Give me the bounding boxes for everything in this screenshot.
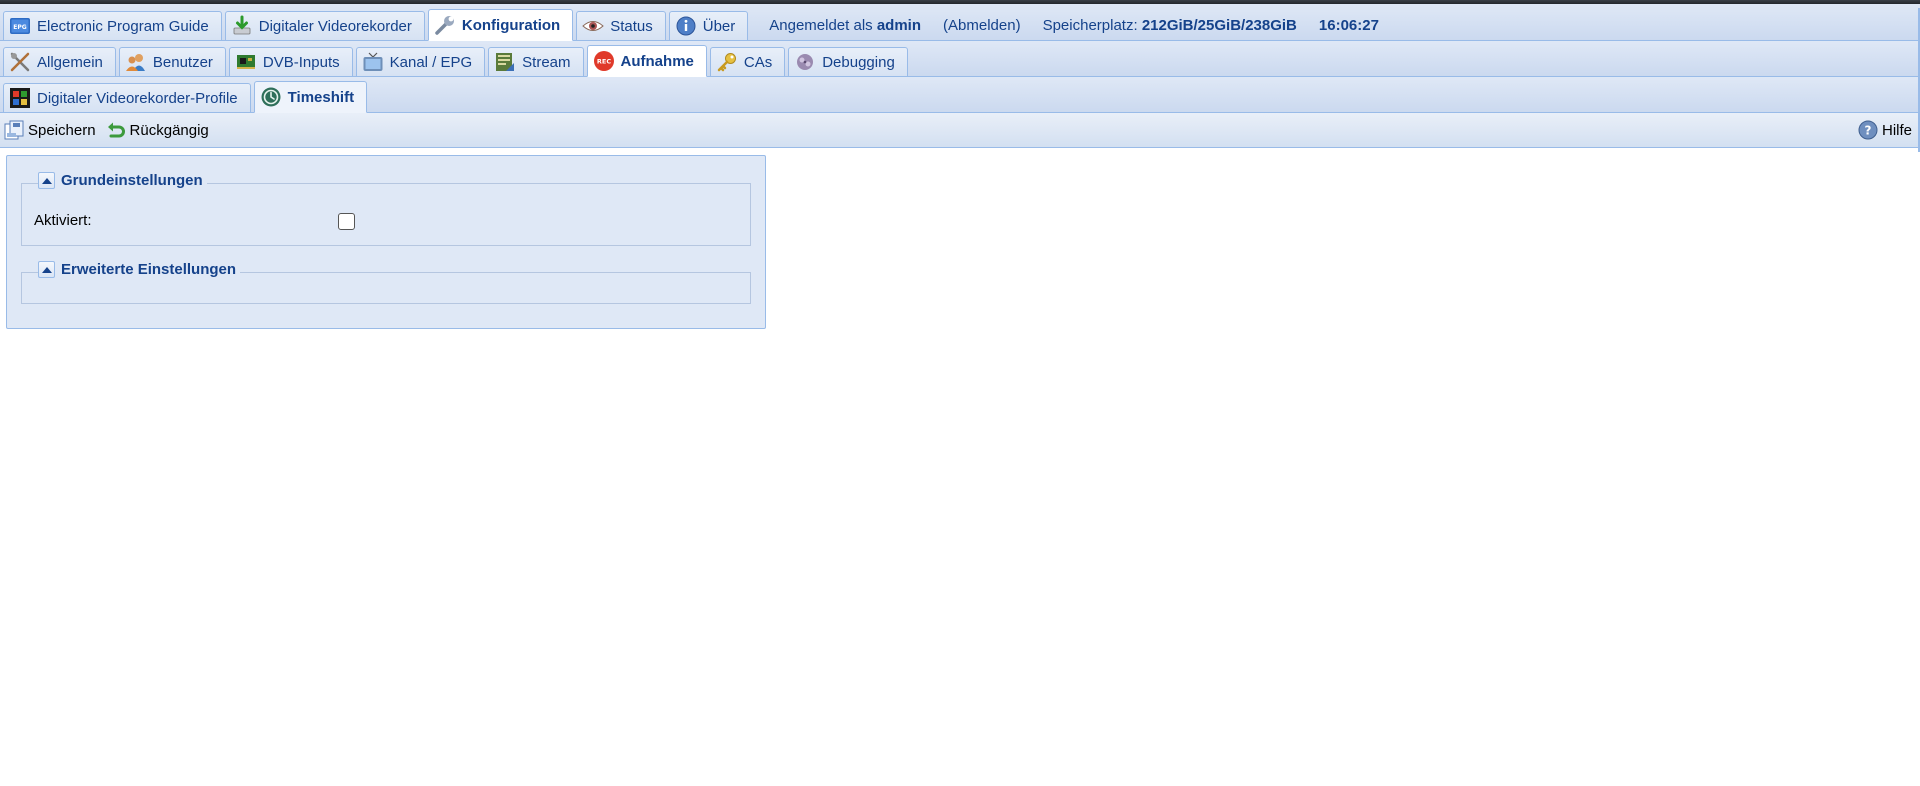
timeshift-icon — [260, 86, 282, 108]
advanced-settings-legend: Erweiterte Einstellungen — [38, 261, 241, 278]
tab-dvr-profiles-label: Digitaler Videorekorder-Profile — [37, 89, 238, 107]
save-label: Speichern — [28, 121, 96, 139]
tab-dvr[interactable]: Digitaler Videorekorder — [224, 11, 425, 41]
storage-prefix: Speicherplatz: — [1042, 16, 1138, 34]
tab-debugging-label: Debugging — [822, 53, 895, 71]
storage-value: 212GiB/25GiB/238GiB — [1141, 16, 1297, 34]
rec-icon: REC — [593, 50, 615, 72]
save-button[interactable]: Speichern — [4, 120, 96, 140]
recording-tab-bar: Digitaler Videorekorder-Profile Timeshif… — [0, 77, 1920, 113]
tab-epg[interactable]: EPG Electronic Program Guide — [3, 11, 222, 41]
card-icon — [235, 51, 257, 73]
basic-settings-fieldset: Grundeinstellungen Aktiviert: — [21, 172, 751, 246]
session-status: Angemeldet als admin (Abmelden) Speicher… — [769, 10, 1379, 40]
tab-status[interactable]: Status — [576, 11, 666, 41]
tab-users-label: Benutzer — [152, 53, 213, 71]
clock: 16:06:27 — [1318, 16, 1379, 34]
key-icon — [716, 51, 738, 73]
help-label: Hilfe — [1881, 121, 1912, 139]
username: admin — [876, 16, 922, 34]
basic-settings-title: Grundeinstellungen — [61, 172, 203, 189]
enabled-label: Aktiviert: — [34, 212, 92, 229]
tab-about-label: Über — [702, 17, 736, 35]
config-tab-bar: Allgemein Benutzer DVB-Inputs Kanal / EP… — [0, 41, 1920, 77]
help-icon: ? — [1858, 120, 1878, 140]
action-toolbar: Speichern Rückgängig ? Hilfe — [0, 113, 1920, 148]
undo-button[interactable]: Rückgängig — [106, 120, 209, 140]
tab-stream[interactable]: Stream — [488, 47, 584, 77]
logout-link[interactable]: (Abmelden) — [943, 17, 1021, 34]
advanced-settings-collapse-button[interactable] — [38, 261, 55, 278]
tab-cas-label: CAs — [743, 53, 773, 71]
epg-icon: EPG — [9, 15, 31, 37]
tab-about[interactable]: Über — [668, 11, 749, 41]
stream-icon — [494, 51, 516, 73]
tv-icon — [362, 51, 384, 73]
bug-icon — [794, 51, 816, 73]
users-icon — [125, 51, 147, 73]
tab-general[interactable]: Allgemein — [3, 47, 116, 77]
tab-configuration-label: Konfiguration — [461, 16, 561, 34]
logged-in-prefix: Angemeldet als — [769, 16, 873, 34]
tab-dvb-inputs-label: DVB-Inputs — [262, 53, 340, 71]
undo-label: Rückgängig — [129, 121, 209, 139]
advanced-settings-fieldset: Erweiterte Einstellungen — [21, 261, 751, 304]
tab-channel-epg[interactable]: Kanal / EPG — [355, 47, 486, 77]
tab-channel-epg-label: Kanal / EPG — [389, 53, 473, 71]
main-tab-bar: EPG Electronic Program Guide Digitaler V… — [0, 4, 1920, 152]
timeshift-settings-panel: Grundeinstellungen Aktiviert: Erweiterte… — [6, 155, 766, 329]
tab-timeshift-label: Timeshift — [287, 88, 355, 106]
tools-icon — [9, 51, 31, 73]
svg-text:EPG: EPG — [13, 24, 26, 31]
tab-recording[interactable]: REC Aufnahme — [586, 45, 707, 77]
tab-timeshift[interactable]: Timeshift — [253, 81, 368, 113]
basic-settings-legend: Grundeinstellungen — [38, 172, 207, 189]
save-icon — [4, 120, 24, 140]
wrench-icon — [434, 14, 456, 36]
tab-users[interactable]: Benutzer — [118, 47, 226, 77]
tab-general-label: Allgemein — [37, 53, 103, 71]
tab-stream-label: Stream — [522, 53, 571, 71]
tab-configuration[interactable]: Konfiguration — [427, 9, 574, 41]
tab-dvb-inputs[interactable]: DVB-Inputs — [228, 47, 353, 77]
enabled-checkbox[interactable] — [338, 213, 355, 230]
tab-dvr-label: Digitaler Videorekorder — [258, 17, 412, 35]
tab-recording-label: Aufnahme — [620, 52, 694, 70]
eye-icon — [582, 15, 604, 37]
svg-text:REC: REC — [596, 58, 610, 66]
tab-dvr-profiles[interactable]: Digitaler Videorekorder-Profile — [3, 83, 251, 113]
undo-icon — [106, 120, 126, 140]
help-button[interactable]: ? Hilfe — [1858, 120, 1912, 140]
basic-settings-collapse-button[interactable] — [38, 172, 55, 189]
tab-status-label: Status — [610, 17, 653, 35]
tab-epg-label: Electronic Program Guide — [37, 17, 209, 35]
advanced-settings-title: Erweiterte Einstellungen — [61, 261, 237, 278]
tab-debugging[interactable]: Debugging — [788, 47, 908, 77]
download-icon — [231, 15, 253, 37]
profile-icon — [9, 87, 31, 109]
info-icon — [675, 15, 697, 37]
tab-cas[interactable]: CAs — [709, 47, 786, 77]
svg-text:?: ? — [1865, 124, 1872, 138]
